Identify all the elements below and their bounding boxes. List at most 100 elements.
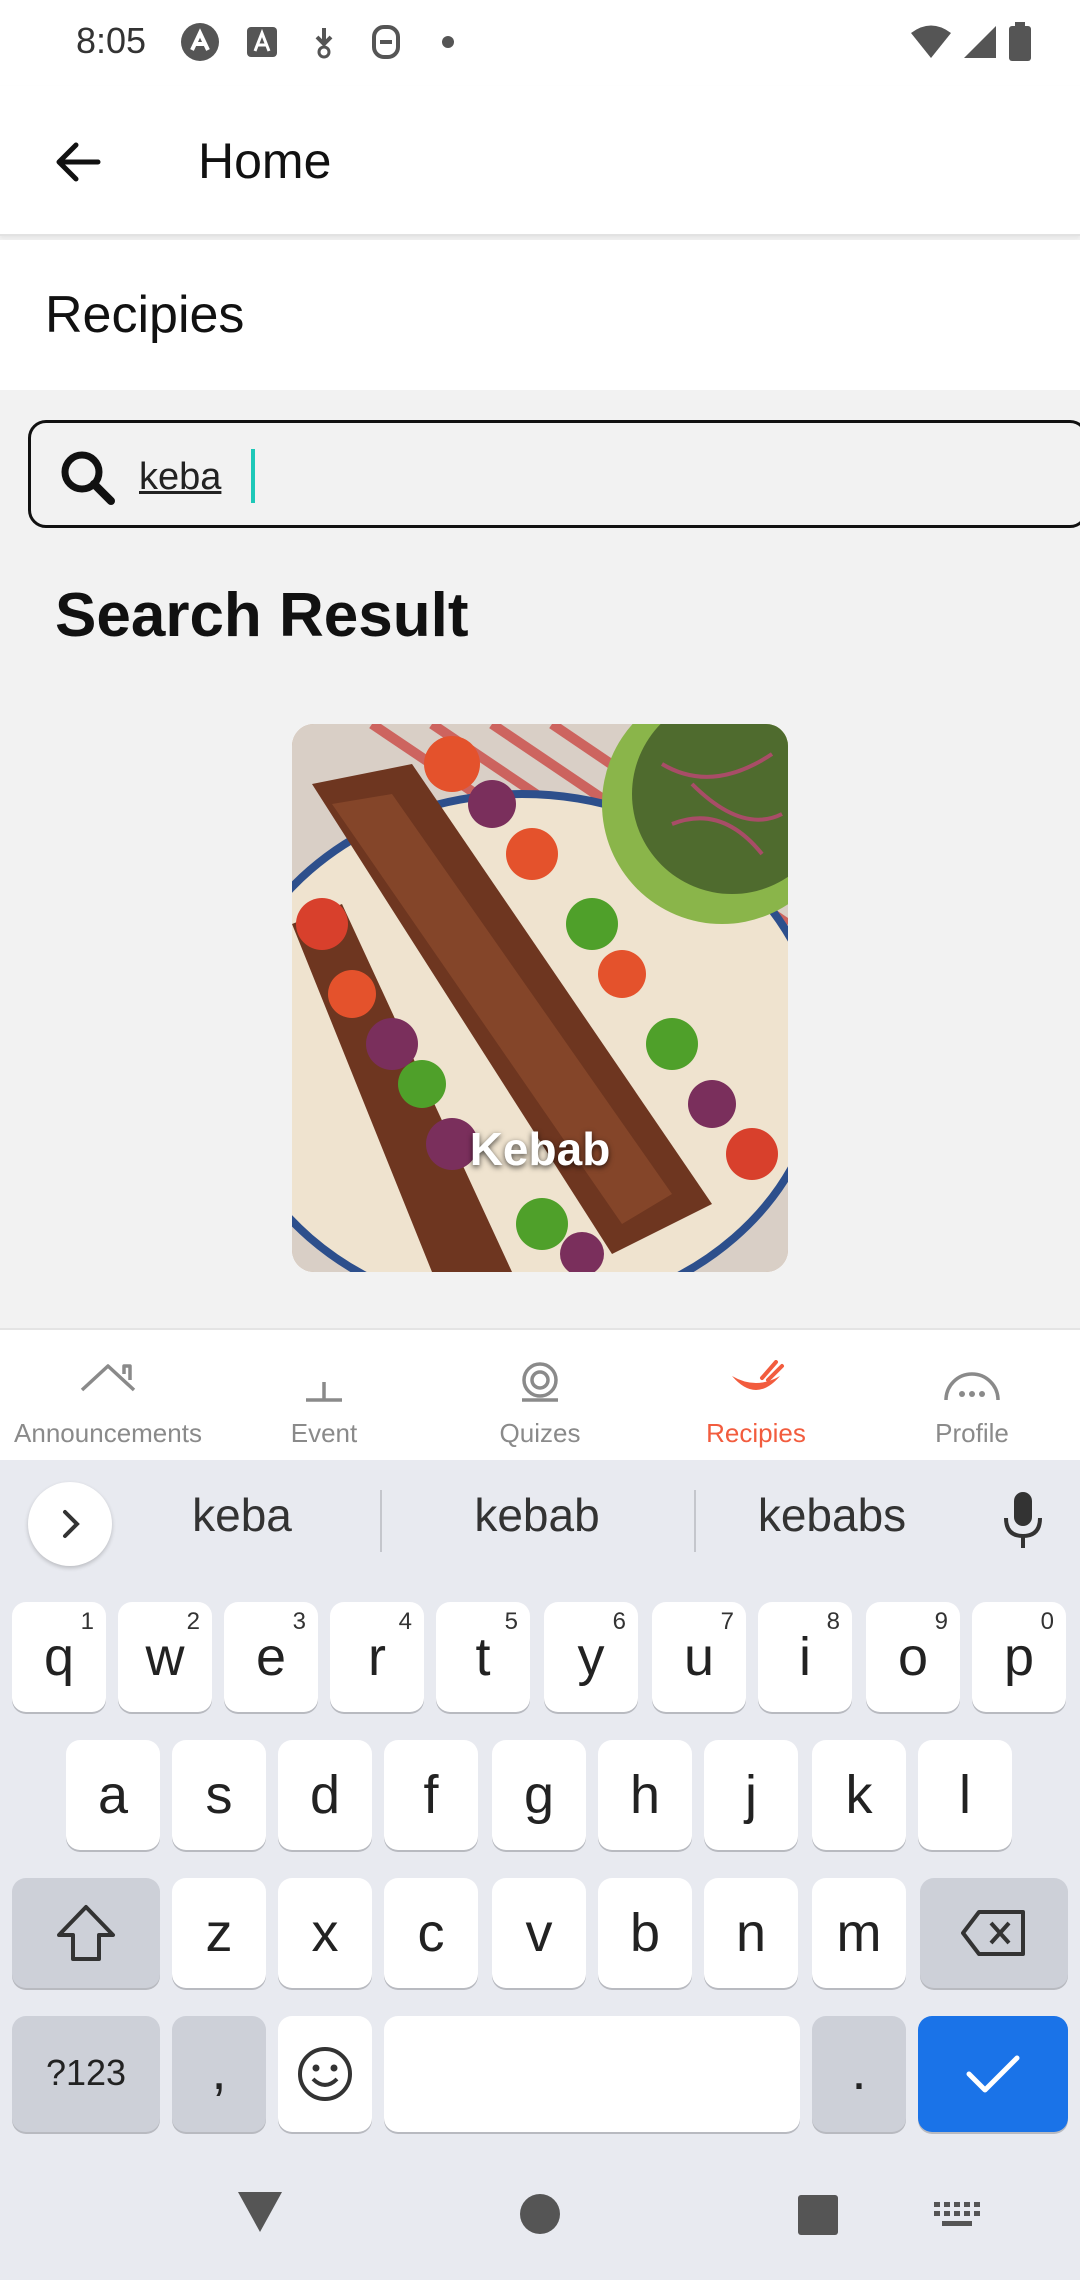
section-header: Recipies xyxy=(0,240,1080,390)
nav-label: Recipies xyxy=(706,1418,806,1448)
expand-toolbar-button[interactable] xyxy=(28,1482,112,1566)
key-s[interactable]: s xyxy=(172,1740,266,1850)
nav-event[interactable]: Event xyxy=(216,1330,432,1462)
system-status-icons xyxy=(910,22,1032,67)
nav-recipies[interactable]: Recipies xyxy=(648,1330,864,1462)
key-char: f xyxy=(423,1765,439,1825)
period-key[interactable]: . xyxy=(812,2016,906,2132)
suggestion-item[interactable]: kebab xyxy=(412,1488,662,1542)
symbols-key[interactable]: ?123 xyxy=(12,2016,160,2132)
key-hint: 7 xyxy=(720,1608,734,1635)
search-result-heading: Search Result xyxy=(55,581,469,650)
key-c[interactable]: c xyxy=(384,1878,478,1988)
back-triangle-icon[interactable] xyxy=(236,2190,284,2234)
key-i[interactable]: i8 xyxy=(758,1602,852,1712)
house-icon xyxy=(80,1364,136,1392)
key-l[interactable]: l xyxy=(918,1740,1012,1850)
key-v[interactable]: v xyxy=(492,1878,586,1988)
key-g[interactable]: g xyxy=(492,1740,586,1850)
key-d[interactable]: d xyxy=(278,1740,372,1850)
home-circle-icon[interactable] xyxy=(518,2192,562,2236)
nav-label: Event xyxy=(290,1418,358,1448)
key-char: s xyxy=(205,1765,233,1825)
key-u[interactable]: u7 xyxy=(652,1602,746,1712)
section-title: Recipies xyxy=(45,286,245,344)
nav-label: Announcements xyxy=(14,1418,202,1448)
dot-icon xyxy=(428,22,468,62)
key-t[interactable]: t5 xyxy=(436,1602,530,1712)
event-icon xyxy=(306,1382,342,1402)
microphone-icon[interactable] xyxy=(998,1490,1048,1550)
app-bar: Home xyxy=(0,86,1080,236)
key-hint: 0 xyxy=(1040,1608,1054,1635)
key-a[interactable]: a xyxy=(66,1740,160,1850)
key-m[interactable]: m xyxy=(812,1878,906,1988)
key-hint: 4 xyxy=(398,1608,412,1635)
key-e[interactable]: e3 xyxy=(224,1602,318,1712)
shift-icon xyxy=(57,1905,115,1961)
sim-notification-icon xyxy=(366,22,406,62)
key-hint: 8 xyxy=(826,1608,840,1635)
key-hint: 9 xyxy=(934,1608,948,1635)
space-key[interactable] xyxy=(384,2016,800,2132)
key-b[interactable]: b xyxy=(598,1878,692,1988)
key-x[interactable]: x xyxy=(278,1878,372,1988)
key-hint: 2 xyxy=(186,1608,200,1635)
key-char: l xyxy=(959,1765,971,1825)
notification-icons xyxy=(180,22,468,62)
key-q[interactable]: q1 xyxy=(12,1602,106,1712)
key-char: v xyxy=(525,1903,553,1963)
enter-key[interactable] xyxy=(918,2016,1068,2132)
suggestion-item[interactable]: kebabs xyxy=(707,1488,957,1542)
suggestion-strip: keba kebab kebabs xyxy=(0,1460,1080,1582)
comma-key[interactable]: , xyxy=(172,2016,266,2132)
key-o[interactable]: o9 xyxy=(866,1602,960,1712)
bottom-navigation: Announcements Event Quizes Recipies Prof… xyxy=(0,1328,1080,1460)
search-input[interactable] xyxy=(139,447,1039,507)
key-p[interactable]: p0 xyxy=(972,1602,1066,1712)
emoji-key[interactable] xyxy=(278,2016,372,2132)
key-y[interactable]: y6 xyxy=(544,1602,638,1712)
nav-quizes[interactable]: Quizes xyxy=(432,1330,648,1462)
search-icon xyxy=(61,451,115,505)
key-hint: 5 xyxy=(504,1608,518,1635)
key-char: . xyxy=(851,2041,867,2101)
key-r[interactable]: r4 xyxy=(330,1602,424,1712)
keyboard-switch-icon[interactable] xyxy=(934,2202,980,2230)
key-h[interactable]: h xyxy=(598,1740,692,1850)
key-w[interactable]: w2 xyxy=(118,1602,212,1712)
search-box[interactable] xyxy=(28,420,1080,528)
key-char: ?123 xyxy=(45,2052,127,2093)
key-hint: 3 xyxy=(292,1608,306,1635)
nav-announcements[interactable]: Announcements xyxy=(0,1330,216,1462)
recipe-icon xyxy=(732,1360,784,1390)
page-title: Home xyxy=(198,133,332,189)
suggestion-item[interactable]: keba xyxy=(117,1488,367,1542)
key-z[interactable]: z xyxy=(172,1878,266,1988)
key-j[interactable]: j xyxy=(704,1740,798,1850)
key-k[interactable]: k xyxy=(812,1740,906,1850)
key-char: g xyxy=(523,1765,555,1825)
recipe-card-kebab[interactable] xyxy=(292,724,788,1272)
recents-square-icon[interactable] xyxy=(797,2194,839,2236)
key-char: c xyxy=(417,1903,445,1963)
back-button[interactable] xyxy=(40,124,116,200)
wifi-icon xyxy=(910,24,952,65)
nav-label: Profile xyxy=(935,1418,1009,1448)
suggestion-divider xyxy=(380,1490,382,1552)
key-f[interactable]: f xyxy=(384,1740,478,1850)
download-notification-icon xyxy=(304,22,344,62)
key-char: h xyxy=(629,1765,661,1825)
key-hint: 6 xyxy=(612,1608,626,1635)
chevron-right-icon xyxy=(63,1510,80,1538)
arrow-back-icon xyxy=(56,142,101,182)
battery-icon xyxy=(1008,22,1032,67)
recipe-name: Kebab xyxy=(469,1123,611,1175)
nav-profile[interactable]: Profile xyxy=(864,1330,1080,1462)
kebab-image xyxy=(292,724,788,1272)
shift-key[interactable] xyxy=(12,1878,160,1988)
key-n[interactable]: n xyxy=(704,1878,798,1988)
backspace-key[interactable] xyxy=(920,1878,1068,1988)
key-char: z xyxy=(205,1903,233,1963)
signal-icon xyxy=(962,24,998,65)
